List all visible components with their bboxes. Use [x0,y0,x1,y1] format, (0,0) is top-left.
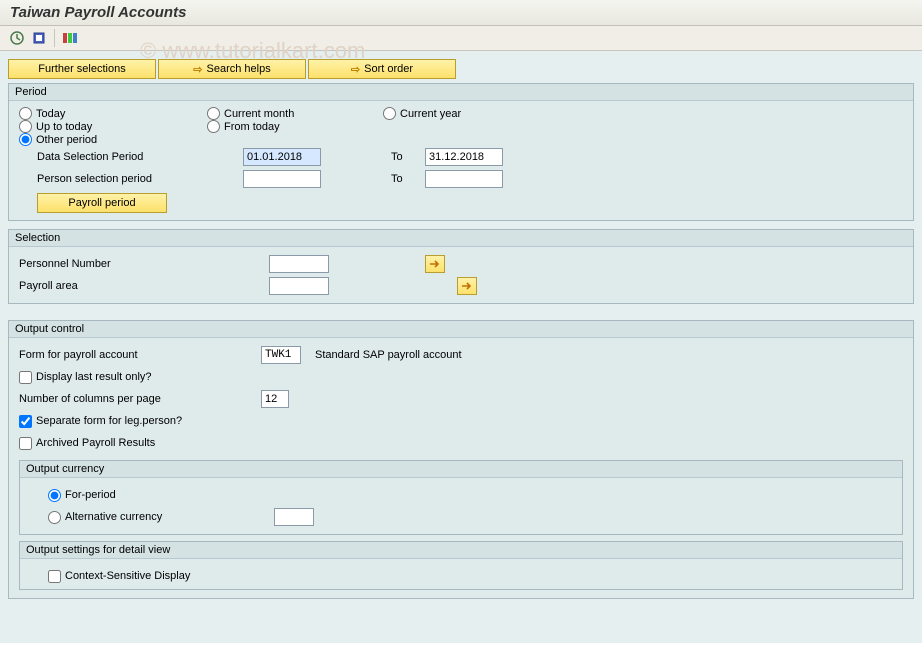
for-period-radio[interactable] [48,489,61,502]
person-selection-label: Person selection period [37,173,237,185]
form-payroll-input[interactable] [261,346,301,364]
period-group-title: Period [9,84,913,101]
search-helps-button[interactable]: ⇨ Search helps [158,59,306,79]
output-currency-title: Output currency [20,461,902,478]
alt-currency-option[interactable]: Alternative currency [48,511,268,524]
period-today-option[interactable]: Today [19,107,199,120]
period-other-option[interactable]: Other period [19,133,199,146]
display-last-checkbox[interactable] [19,371,32,384]
arrow-right-icon: ⇨ [193,63,202,76]
period-current-year-option[interactable]: Current year [383,107,563,120]
current-year-radio[interactable] [383,107,396,120]
other-period-label: Other period [36,134,97,146]
other-period-radio[interactable] [19,133,32,146]
toolbar-separator [54,29,55,47]
to-label: To [391,151,419,163]
cols-per-page-input[interactable] [261,390,289,408]
context-sensitive-option[interactable]: Context-Sensitive Display [48,570,190,583]
cols-per-page-label: Number of columns per page [19,393,255,405]
display-last-label: Display last result only? [36,371,152,383]
variant-icon[interactable] [30,29,48,47]
archived-results-option[interactable]: Archived Payroll Results [19,437,155,450]
search-helps-label: Search helps [207,63,271,75]
to-label-2: To [391,173,419,185]
display-last-option[interactable]: Display last result only? [19,371,152,384]
period-from-today-option[interactable]: From today [207,120,375,133]
period-group: Period Today Current month Current year [8,83,914,221]
period-up-to-today-option[interactable]: Up to today [19,120,199,133]
up-to-today-label: Up to today [36,121,92,133]
selection-buttons-row: Further selections ⇨ Search helps ⇨ Sort… [8,59,914,79]
person-selection-to-input[interactable] [425,170,503,188]
execute-icon[interactable] [8,29,26,47]
data-selection-label: Data Selection Period [37,151,237,163]
payroll-area-label: Payroll area [19,280,269,292]
current-month-radio[interactable] [207,107,220,120]
personnel-number-more-button[interactable] [425,255,445,273]
payroll-area-more-button[interactable] [457,277,477,295]
selection-group-title: Selection [9,230,913,247]
payroll-area-input[interactable] [269,277,329,295]
from-today-label: From today [224,121,280,133]
personnel-number-label: Personnel Number [19,258,269,270]
from-today-radio[interactable] [207,120,220,133]
sort-order-label: Sort order [364,63,413,75]
alt-currency-radio[interactable] [48,511,61,524]
archived-results-label: Archived Payroll Results [36,437,155,449]
form-payroll-desc: Standard SAP payroll account [315,349,462,361]
today-label: Today [36,108,65,120]
alt-currency-input[interactable] [274,508,314,526]
separate-form-checkbox[interactable] [19,415,32,428]
sort-order-button[interactable]: ⇨ Sort order [308,59,456,79]
archived-results-checkbox[interactable] [19,437,32,450]
payroll-period-button[interactable]: Payroll period [37,193,167,213]
separate-form-label: Separate form for leg.person? [36,415,182,427]
period-current-month-option[interactable]: Current month [207,107,375,120]
further-selections-button[interactable]: Further selections [8,59,156,79]
context-sensitive-label: Context-Sensitive Display [65,570,190,582]
form-icon[interactable] [61,29,79,47]
for-period-label: For-period [65,489,116,501]
output-currency-group: Output currency For-period Alternative c… [19,460,903,535]
data-selection-from-input[interactable] [243,148,321,166]
for-period-option[interactable]: For-period [48,489,116,502]
person-selection-from-input[interactable] [243,170,321,188]
data-selection-to-input[interactable] [425,148,503,166]
form-payroll-label: Form for payroll account [19,349,255,361]
page-title: Taiwan Payroll Accounts [0,0,922,26]
output-detail-title: Output settings for detail view [20,542,902,559]
output-control-group: Output control Form for payroll account … [8,320,914,599]
current-year-label: Current year [400,108,461,120]
today-radio[interactable] [19,107,32,120]
output-control-title: Output control [9,321,913,338]
alt-currency-label: Alternative currency [65,511,162,523]
selection-group: Selection Personnel Number Payroll area [8,229,914,304]
arrow-right-icon: ⇨ [351,63,360,76]
context-sensitive-checkbox[interactable] [48,570,61,583]
personnel-number-input[interactable] [269,255,329,273]
output-detail-group: Output settings for detail view Context-… [19,541,903,590]
up-to-today-radio[interactable] [19,120,32,133]
separate-form-option[interactable]: Separate form for leg.person? [19,415,182,428]
app-toolbar [0,26,922,51]
content-area: Further selections ⇨ Search helps ⇨ Sort… [0,51,922,643]
current-month-label: Current month [224,108,294,120]
